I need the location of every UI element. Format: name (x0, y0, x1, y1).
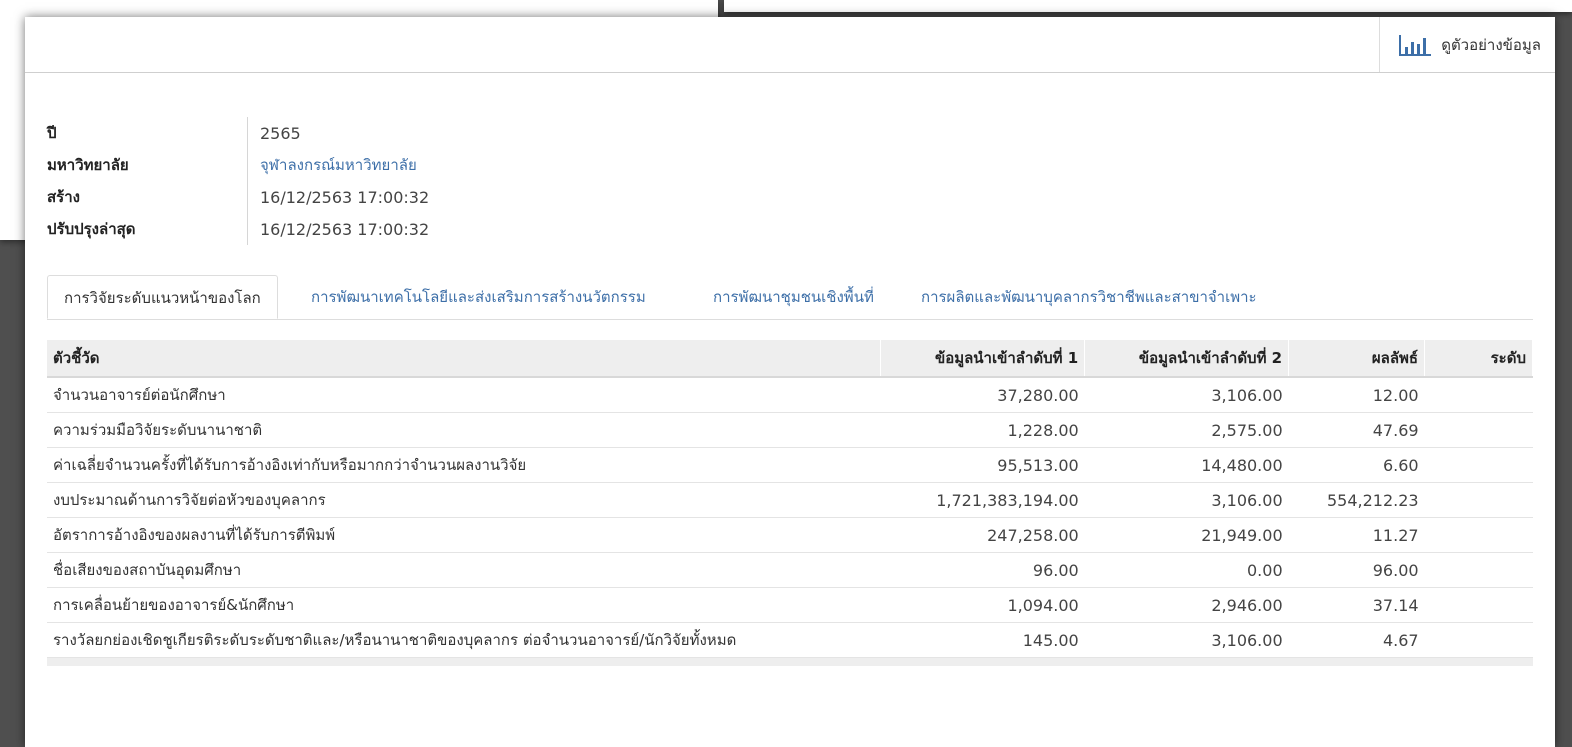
result-cell: 11.27 (1288, 517, 1425, 553)
level-cell (1424, 412, 1533, 448)
input1-cell: 1,721,383,194.00 (880, 482, 1085, 518)
year-value: 2565 (260, 123, 301, 143)
preview-data-label: ดูตัวอย่างข้อมูล (1441, 35, 1541, 54)
background-window-right (724, 0, 1572, 12)
input1-cell: 145.00 (880, 622, 1085, 658)
university-label: มหาวิทยาลัย (47, 149, 248, 181)
indicator-cell: รางวัลยกย่องเชิดชูเกียรติระดับระดับชาติแ… (47, 622, 881, 658)
table-row[interactable]: งบประมาณด้านการวิจัยต่อหัวของบุคลากร 1,7… (47, 482, 1533, 518)
indicator-cell: ความร่วมมือวิจัยระดับนานาชาติ (47, 412, 881, 448)
table-footer (47, 657, 1533, 666)
level-cell (1424, 552, 1533, 588)
tab-community-development[interactable]: การพัฒนาชุมชนเชิงพื้นที่ (697, 275, 890, 319)
info-row-updated: ปรับปรุงล่าสุด 16/12/2563 17:00:32 (47, 213, 429, 245)
input1-cell: 247,258.00 (880, 517, 1085, 553)
input1-cell: 95,513.00 (880, 447, 1085, 483)
tab-frontier-research[interactable]: การวิจัยระดับแนวหน้าของโลก (47, 275, 278, 319)
input2-cell: 0.00 (1084, 552, 1289, 588)
input2-cell: 2,575.00 (1084, 412, 1289, 448)
input2-cell: 3,106.00 (1084, 622, 1289, 658)
column-header-input2[interactable]: ข้อมูลนำเข้าลำดับที่ 2 (1084, 340, 1290, 378)
level-cell (1424, 377, 1533, 413)
tab-bar: การวิจัยระดับแนวหน้าของโลก การพัฒนาเทคโน… (47, 275, 1533, 320)
input2-cell: 2,946.00 (1084, 587, 1289, 623)
result-cell: 6.60 (1288, 447, 1425, 483)
info-row-year: ปี 2565 (47, 117, 429, 149)
indicator-cell: ชื่อเสียงของสถาบันอุดมศึกษา (47, 552, 881, 588)
updated-label: ปรับปรุงล่าสุด (47, 213, 248, 245)
input1-cell: 37,280.00 (880, 377, 1085, 413)
indicator-cell: การเคลื่อนย้ายของอาจารย์&นักศึกษา (47, 587, 881, 623)
column-header-indicator[interactable]: ตัวชี้วัด (47, 340, 882, 378)
preview-data-button[interactable]: ดูตัวอย่างข้อมูล (1379, 17, 1555, 72)
level-cell (1424, 447, 1533, 483)
input2-cell: 14,480.00 (1084, 447, 1289, 483)
indicator-table: ตัวชี้วัด ข้อมูลนำเข้าลำดับที่ 1 ข้อมูลน… (47, 340, 1533, 666)
indicator-cell: งบประมาณด้านการวิจัยต่อหัวของบุคลากร (47, 482, 881, 518)
input2-cell: 3,106.00 (1084, 482, 1289, 518)
table-row[interactable]: ความร่วมมือวิจัยระดับนานาชาติ 1,228.00 2… (47, 412, 1533, 448)
table-row[interactable]: ค่าเฉลี่ยจำนวนครั้งที่ได้รับการอ้างอิงเท… (47, 447, 1533, 483)
result-cell: 47.69 (1288, 412, 1425, 448)
table-row[interactable]: ชื่อเสียงของสถาบันอุดมศึกษา 96.00 0.00 9… (47, 552, 1533, 588)
input1-cell: 1,228.00 (880, 412, 1085, 448)
result-cell: 96.00 (1288, 552, 1425, 588)
level-cell (1424, 622, 1533, 658)
record-form-sheet: ดูตัวอย่างข้อมูล ปี 2565 มหาวิทยาลัย จุฬ… (25, 17, 1555, 747)
result-cell: 37.14 (1288, 587, 1425, 623)
created-value: 16/12/2563 17:00:32 (260, 187, 430, 207)
table-row[interactable]: อัตราการอ้างอิงของผลงานที่ได้รับการตีพิม… (47, 517, 1533, 553)
result-cell: 12.00 (1288, 377, 1425, 413)
column-header-level[interactable]: ระดับ (1424, 340, 1533, 378)
table-row[interactable]: จำนวนอาจารย์ต่อนักศึกษา 37,280.00 3,106.… (47, 377, 1533, 413)
info-row-university: มหาวิทยาลัย จุฬาลงกรณ์มหาวิทยาลัย (47, 149, 429, 181)
level-cell (1424, 587, 1533, 623)
column-header-input1[interactable]: ข้อมูลนำเข้าลำดับที่ 1 (880, 340, 1086, 378)
result-cell: 4.67 (1288, 622, 1425, 658)
created-label: สร้าง (47, 181, 248, 213)
input1-cell: 96.00 (880, 552, 1085, 588)
record-info: ปี 2565 มหาวิทยาลัย จุฬาลงกรณ์มหาวิทยาลั… (47, 117, 429, 245)
indicator-cell: จำนวนอาจารย์ต่อนักศึกษา (47, 377, 881, 413)
table-row[interactable]: รางวัลยกย่องเชิดชูเกียรติระดับระดับชาติแ… (47, 622, 1533, 658)
level-cell (1424, 482, 1533, 518)
table-row[interactable]: การเคลื่อนย้ายของอาจารย์&นักศึกษา 1,094.… (47, 587, 1533, 623)
level-cell (1424, 517, 1533, 553)
university-link[interactable]: จุฬาลงกรณ์มหาวิทยาลัย (248, 153, 417, 177)
input2-cell: 3,106.00 (1084, 377, 1289, 413)
bar-chart-icon (1399, 34, 1432, 56)
tab-professional-workforce[interactable]: การผลิตและพัฒนาบุคลากรวิชาชีพและสาขาจำเพ… (905, 275, 1273, 319)
tab-technology-innovation[interactable]: การพัฒนาเทคโนโลยีและส่งเสริมการสร้างนวัต… (295, 275, 662, 319)
input1-cell: 1,094.00 (880, 587, 1085, 623)
info-row-created: สร้าง 16/12/2563 17:00:32 (47, 181, 429, 213)
indicator-cell: ค่าเฉลี่ยจำนวนครั้งที่ได้รับการอ้างอิงเท… (47, 447, 881, 483)
input2-cell: 21,949.00 (1084, 517, 1289, 553)
updated-value: 16/12/2563 17:00:32 (260, 219, 430, 239)
result-cell: 554,212.23 (1288, 482, 1425, 518)
table-header-row: ตัวชี้วัด ข้อมูลนำเข้าลำดับที่ 1 ข้อมูลน… (47, 340, 1533, 378)
sheet-header: ดูตัวอย่างข้อมูล (25, 17, 1555, 73)
column-header-result[interactable]: ผลลัพธ์ (1288, 340, 1426, 378)
year-label: ปี (47, 117, 248, 149)
indicator-cell: อัตราการอ้างอิงของผลงานที่ได้รับการตีพิม… (47, 517, 881, 553)
